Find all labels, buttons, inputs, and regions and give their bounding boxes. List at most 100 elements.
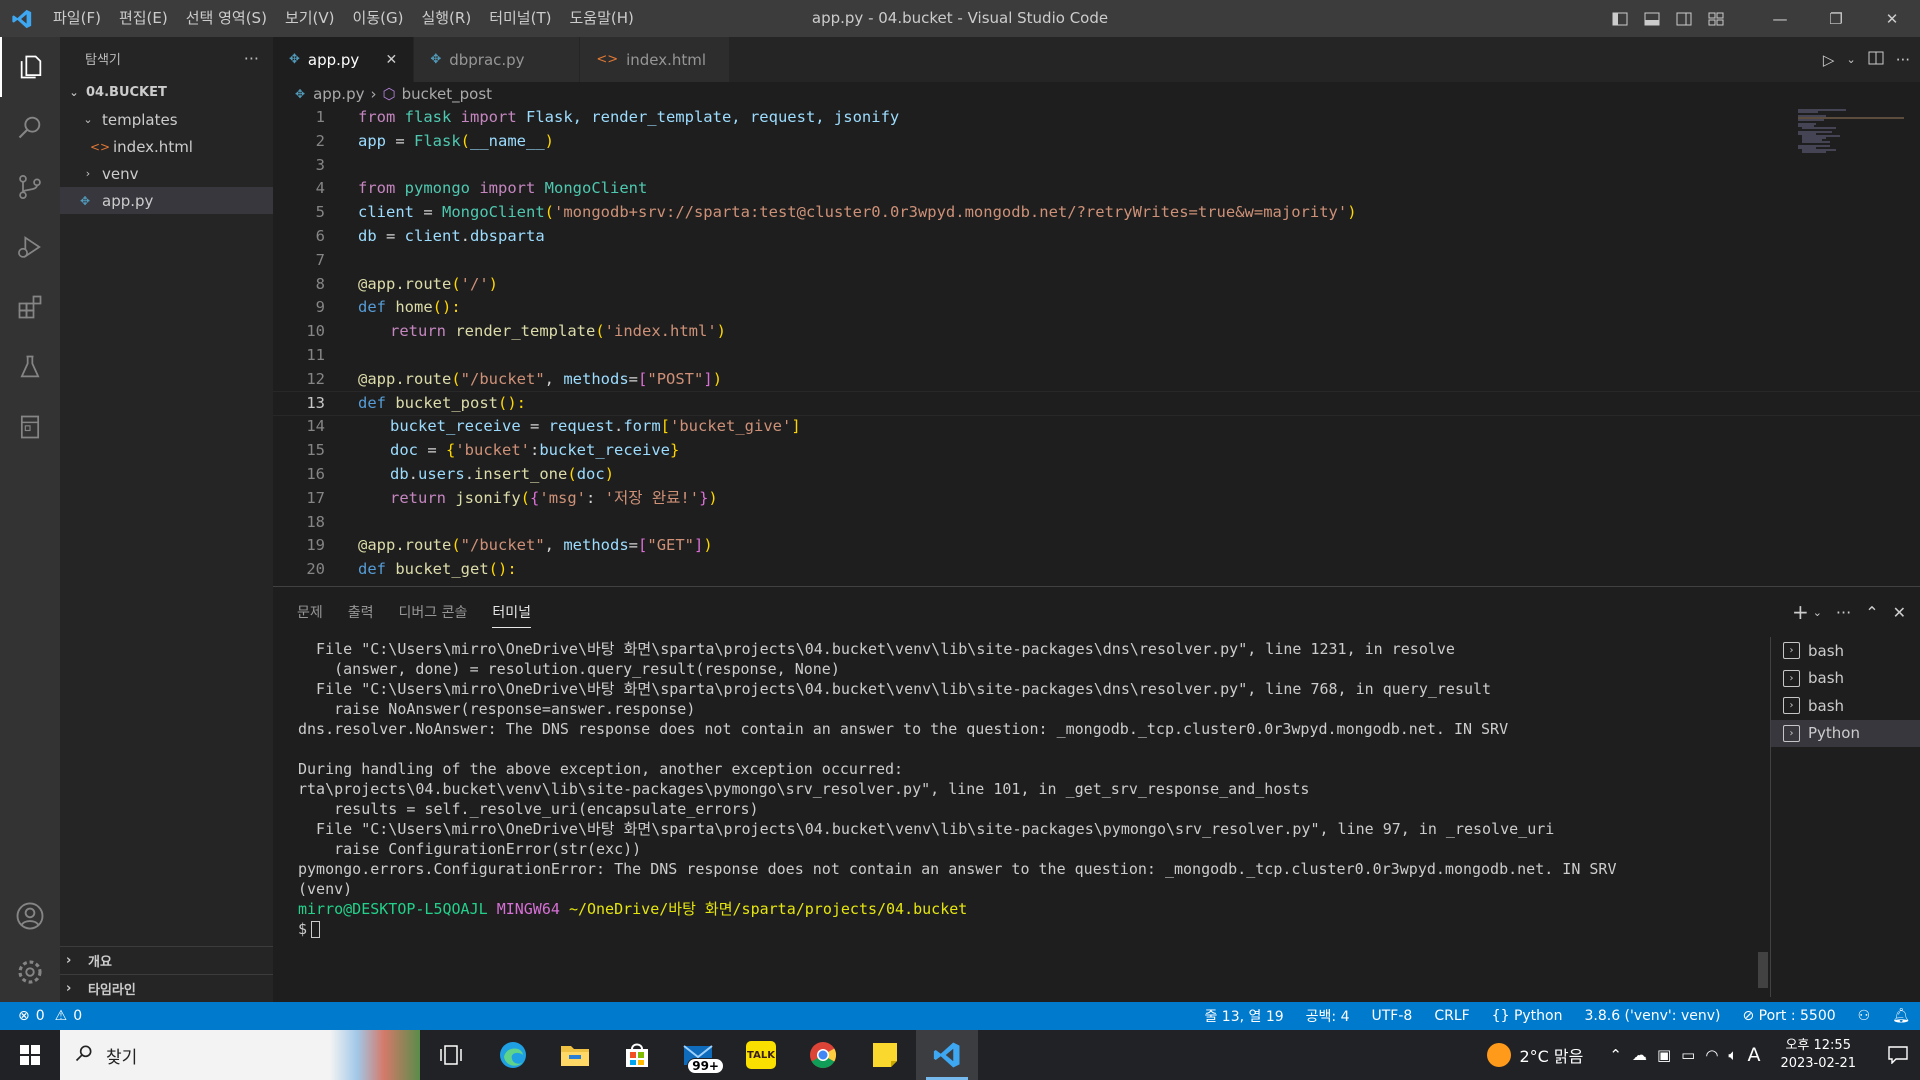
toggle-sidebar-icon[interactable]	[1604, 0, 1636, 37]
menu-file[interactable]: 파일(F)	[44, 0, 110, 37]
task-view-icon[interactable]	[420, 1030, 482, 1080]
more-actions-icon[interactable]: ···	[1896, 51, 1910, 69]
edge-browser-icon[interactable]	[482, 1030, 544, 1080]
code-line[interactable]: 9 def home():	[273, 296, 1920, 320]
code-line[interactable]: 15 doc = {'bucket':bucket_receive}	[273, 439, 1920, 463]
code-line[interactable]: 8 @app.route('/')	[273, 273, 1920, 297]
new-terminal-icon[interactable]: +	[1792, 600, 1809, 624]
menu-terminal[interactable]: 터미널(T)	[480, 0, 560, 37]
timeline-section[interactable]: › 타임라인	[60, 974, 273, 1002]
code-line[interactable]: 1 from flask import Flask, render_templat…	[273, 106, 1920, 130]
terminal-item-bash[interactable]: › bash	[1771, 665, 1920, 693]
windows-start-icon[interactable]	[0, 1030, 60, 1080]
chevron-down-icon[interactable]: ⌄	[1846, 53, 1855, 66]
code-line[interactable]: 2 app = Flask(__name__)	[273, 130, 1920, 154]
customize-layout-icon[interactable]	[1700, 0, 1732, 37]
run-debug-icon[interactable]	[0, 217, 60, 277]
input-method-indicator[interactable]: A	[1747, 1044, 1760, 1066]
tab-terminal[interactable]: 터미널	[492, 602, 532, 628]
chevron-up-icon[interactable]: ⌃	[1609, 1046, 1622, 1064]
split-editor-icon[interactable]	[1868, 50, 1884, 70]
close-icon[interactable]: ✕	[1864, 0, 1920, 37]
speaker-icon[interactable]: 🔈︎	[1728, 1046, 1737, 1064]
tab-app-py[interactable]: ✥ app.py ✕	[273, 37, 415, 82]
end-of-line[interactable]: CRLF	[1434, 1008, 1469, 1024]
wifi-icon[interactable]: ◠	[1705, 1046, 1718, 1064]
tab-index-html[interactable]: <> index.html	[580, 37, 731, 82]
file-explorer-icon[interactable]	[544, 1030, 606, 1080]
terminal-scrollbar[interactable]	[1758, 952, 1768, 988]
close-panel-icon[interactable]: ✕	[1893, 603, 1906, 622]
menu-go[interactable]: 이동(G)	[344, 0, 413, 37]
code-line[interactable]: 18	[273, 511, 1920, 535]
minimap[interactable]	[1796, 108, 1906, 168]
menu-edit[interactable]: 편집(E)	[110, 0, 177, 37]
battery-icon[interactable]: ▭	[1681, 1046, 1695, 1064]
vscode-taskbar-icon[interactable]	[916, 1030, 978, 1080]
explorer-icon[interactable]	[0, 37, 60, 97]
cloud-sync-icon[interactable]: ☁	[1632, 1046, 1647, 1064]
notifications-icon[interactable]: 🔔︎	[1892, 1008, 1910, 1024]
feedback-icon[interactable]: ⚇	[1858, 1008, 1871, 1024]
code-line[interactable]: 7	[273, 249, 1920, 273]
breadcrumb-symbol[interactable]: bucket_post	[402, 85, 492, 103]
cursor-position[interactable]: 줄 13, 열 19	[1204, 1006, 1283, 1026]
mail-icon[interactable]: 99+	[668, 1030, 730, 1080]
language-mode[interactable]: {} Python	[1492, 1008, 1563, 1024]
tree-item-app-py[interactable]: ✥ app.py	[60, 187, 273, 214]
taskbar-search-input[interactable]: 찾기	[60, 1030, 420, 1080]
code-line[interactable]: 4 from pymongo import MongoClient	[273, 177, 1920, 201]
terminal-item-python[interactable]: › Python	[1771, 719, 1920, 747]
vscode-logo-icon[interactable]	[0, 0, 44, 37]
code-line[interactable]: 5 client = MongoClient('mongodb+srv://spa…	[273, 201, 1920, 225]
gear-icon[interactable]	[0, 942, 60, 1002]
tab-debug-console[interactable]: 디버그 콘솔	[399, 602, 468, 622]
kakaotalk-icon[interactable]: TALK	[730, 1030, 792, 1080]
code-line[interactable]: 19 @app.route("/bucket", methods=["GET"])	[273, 534, 1920, 558]
outline-section[interactable]: › 개요	[60, 946, 273, 974]
code-editor[interactable]: 1 from flask import Flask, render_templat…	[273, 106, 1920, 586]
live-server-port[interactable]: ⊘ Port : 5500	[1742, 1008, 1835, 1024]
problems-status[interactable]: ⊗ 0 ⚠ 0	[0, 1008, 82, 1024]
toggle-panel-icon[interactable]	[1636, 0, 1668, 37]
code-line[interactable]: 17 return jsonify({'msg': '저장 완료!'})	[273, 487, 1920, 511]
indentation[interactable]: 공백: 4	[1306, 1006, 1350, 1026]
search-icon[interactable]	[0, 97, 60, 157]
terminal-input[interactable]: $	[298, 919, 1698, 939]
weather-widget[interactable]: 2°C 맑음	[1487, 1043, 1583, 1067]
code-line[interactable]: 3	[273, 154, 1920, 178]
more-actions-icon[interactable]: ···	[244, 49, 259, 68]
close-icon[interactable]: ✕	[383, 52, 399, 68]
source-control-icon[interactable]	[0, 157, 60, 217]
maximize-panel-icon[interactable]: ⌃	[1865, 603, 1878, 622]
action-center-icon[interactable]	[1876, 1046, 1920, 1064]
tab-problems[interactable]: 문제	[297, 602, 323, 622]
workspace-root[interactable]: ⌄ 04.BUCKET	[60, 79, 273, 106]
tab-output[interactable]: 출력	[348, 602, 374, 622]
code-line[interactable]: 6 db = client.dbsparta	[273, 225, 1920, 249]
code-line[interactable]: 20 def bucket_get():	[273, 558, 1920, 582]
system-clock[interactable]: 오후 12:55 2023-02-21	[1770, 1037, 1866, 1073]
menu-view[interactable]: 보기(V)	[276, 0, 344, 37]
breadcrumb-file[interactable]: app.py	[313, 85, 364, 103]
more-actions-icon[interactable]: ···	[1836, 603, 1851, 622]
code-line[interactable]: 10 return render_template('index.html')	[273, 320, 1920, 344]
menu-help[interactable]: 도움말(H)	[560, 0, 642, 37]
chrome-icon[interactable]	[792, 1030, 854, 1080]
python-interpreter[interactable]: 3.8.6 ('venv': venv)	[1584, 1008, 1720, 1024]
extensions-icon[interactable]	[0, 277, 60, 337]
tree-item-index-html[interactable]: <> index.html	[60, 133, 273, 160]
code-line[interactable]: 12 @app.route("/bucket", methods=["POST"]…	[273, 368, 1920, 392]
terminal-item-bash[interactable]: › bash	[1771, 692, 1920, 720]
microsoft-store-icon[interactable]	[606, 1030, 668, 1080]
accounts-icon[interactable]	[0, 886, 60, 946]
menu-run[interactable]: 실행(R)	[412, 0, 480, 37]
sticky-notes-icon[interactable]	[854, 1030, 916, 1080]
terminal-item-bash[interactable]: › bash	[1771, 637, 1920, 665]
chevron-down-icon[interactable]: ⌄	[1813, 606, 1822, 619]
usb-device-icon[interactable]: ▣	[1657, 1046, 1671, 1064]
code-line[interactable]: 14 bucket_receive = request.form['bucket_…	[273, 415, 1920, 439]
toggle-secondary-sidebar-icon[interactable]	[1668, 0, 1700, 37]
menu-selection[interactable]: 선택 영역(S)	[177, 0, 276, 37]
testing-icon[interactable]	[0, 337, 60, 397]
